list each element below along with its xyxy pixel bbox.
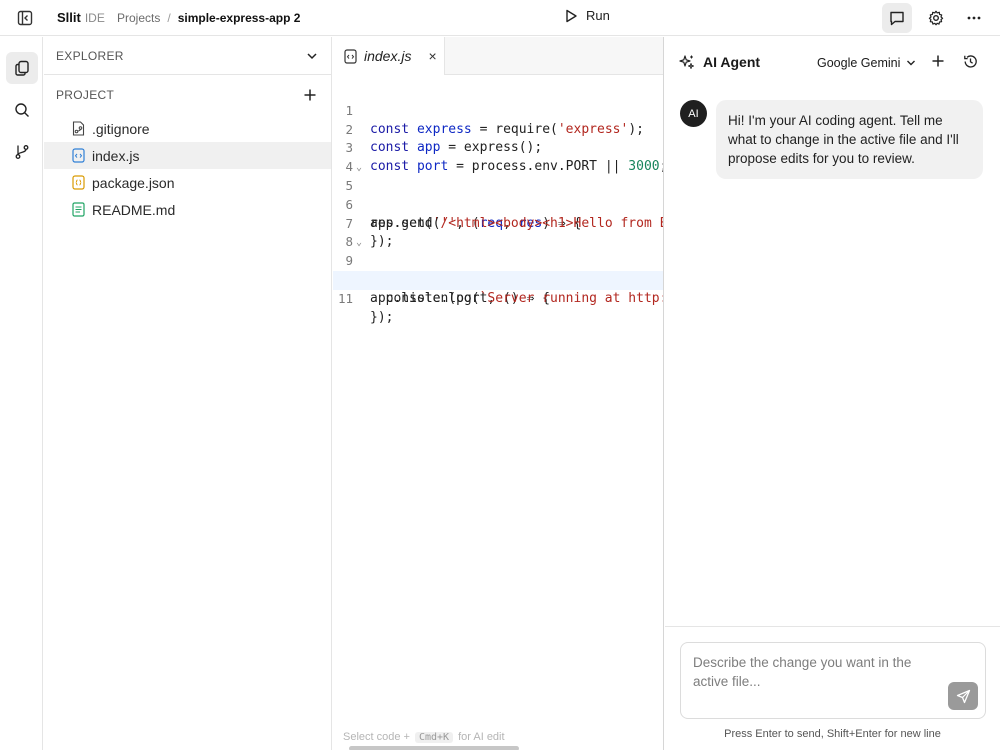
- code-editor: index.js × 1 const express = require('ex…: [333, 37, 664, 750]
- file-name: .gitignore: [92, 120, 150, 137]
- file-name: package.json: [92, 174, 175, 191]
- project-title: PROJECT: [56, 88, 115, 102]
- code-line: 6 res.send('<html><body><h1>Hello from E…: [333, 177, 663, 231]
- explorer-activity-button[interactable]: [6, 52, 38, 84]
- code-line: 8: [333, 215, 663, 249]
- file-item-readme-md[interactable]: README.md: [44, 196, 331, 223]
- fold-chevron-icon[interactable]: ⌄: [356, 234, 362, 253]
- ellipsis-icon: [967, 16, 981, 20]
- explorer-panel: EXPLORER PROJECT .gitignore index.js pac…: [44, 37, 332, 750]
- model-label: Google Gemini: [817, 56, 901, 70]
- avatar: AI: [680, 100, 707, 127]
- gear-icon: [928, 10, 944, 26]
- search-icon: [15, 103, 29, 117]
- app-name: Sllit: [57, 10, 81, 25]
- code-line: 5 ⌄ app.get('/', (req, res) ⇒ {: [333, 158, 663, 230]
- code-line: 10 console.log(`Server running at http:/…: [333, 252, 663, 306]
- prompt-placeholder: Describe the change you want in the acti…: [693, 655, 912, 689]
- file-name: README.md: [92, 201, 176, 218]
- plus-icon: [932, 55, 944, 67]
- ai-edit-hint: Select code + Cmd+K for AI edit: [343, 731, 505, 743]
- code-line: 4: [333, 139, 663, 174]
- code-line: 7 });: [333, 196, 663, 250]
- file-item-gitignore[interactable]: .gitignore: [44, 115, 331, 142]
- run-button[interactable]: Run: [564, 8, 610, 23]
- app-suffix: IDE: [84, 11, 105, 25]
- ai-agent-panel: AI Agent Google Gemini AI Hi! I'm your A…: [665, 37, 1000, 750]
- hint-shortcut: Cmd+K: [414, 731, 454, 743]
- chevron-down-icon[interactable]: [305, 49, 319, 63]
- code-line-active: 11 });: [333, 270, 663, 325]
- editor-tabs: index.js ×: [333, 37, 663, 75]
- sparkles-icon: [679, 55, 694, 69]
- prompt-input[interactable]: Describe the change you want in the acti…: [680, 642, 986, 719]
- git-file-icon: [72, 121, 85, 136]
- project-header: PROJECT: [44, 75, 331, 115]
- files-icon: [15, 60, 29, 76]
- agent-header: AI Agent Google Gemini: [665, 37, 1000, 91]
- breadcrumb-current-project: simple-express-app 2: [177, 11, 301, 25]
- run-label: Run: [586, 8, 610, 23]
- file-name: index.js: [92, 147, 140, 164]
- tab-close-icon[interactable]: ×: [428, 48, 436, 64]
- source-control-activity-button[interactable]: [6, 136, 38, 168]
- chat-icon: [890, 11, 904, 26]
- markdown-file-icon: [72, 202, 85, 217]
- fold-chevron-icon[interactable]: ⌄: [356, 159, 362, 178]
- search-activity-button[interactable]: [6, 94, 38, 126]
- sidebar-toggle-icon[interactable]: [16, 9, 34, 27]
- chevron-down-icon: [907, 60, 916, 66]
- message-bubble: Hi! I'm your AI coding agent. Tell me wh…: [716, 100, 983, 179]
- js-file-icon: [344, 48, 357, 64]
- agent-title: AI Agent: [679, 54, 760, 70]
- code-line: 1 const express = require('express');: [333, 83, 663, 137]
- tab-index-js[interactable]: index.js ×: [333, 37, 445, 75]
- hint-prefix: Select code +: [343, 731, 410, 743]
- agent-title-label: AI Agent: [703, 54, 761, 70]
- hint-suffix: for AI edit: [458, 731, 505, 743]
- app-brand: Sllit IDE: [57, 10, 105, 25]
- model-selector[interactable]: Google Gemini: [817, 56, 917, 70]
- settings-button[interactable]: [921, 3, 951, 33]
- composer-hint: Press Enter to send, Shift+Enter for new…: [724, 728, 941, 740]
- send-icon: [956, 689, 970, 703]
- composer-area: Describe the change you want in the acti…: [665, 626, 1000, 750]
- js-file-icon: [72, 148, 85, 163]
- tab-label: index.js: [364, 48, 412, 64]
- code-line: 9 ⌄ app.listen(port, () ⇒ {: [333, 233, 663, 305]
- line-number: 11: [337, 290, 353, 306]
- new-file-plus-icon[interactable]: [303, 88, 317, 102]
- breadcrumb-projects-link[interactable]: Projects: [117, 11, 160, 25]
- breadcrumb: Projects / simple-express-app 2: [117, 11, 300, 25]
- activity-bar: [0, 37, 43, 750]
- chat-toggle-button[interactable]: [882, 3, 912, 33]
- history-icon: [964, 55, 977, 68]
- play-icon: [566, 9, 577, 22]
- top-bar: Sllit IDE Projects / simple-express-app …: [0, 0, 1000, 36]
- code-area[interactable]: 1 const express = require('express'); 2 …: [333, 83, 663, 325]
- breadcrumb-separator: /: [167, 11, 171, 25]
- file-item-package-json[interactable]: package.json: [44, 169, 331, 196]
- explorer-title: EXPLORER: [56, 48, 124, 63]
- json-file-icon: [72, 175, 85, 190]
- code-line: 3 const port = process.env.PORT || 3000;: [333, 121, 663, 174]
- send-button[interactable]: [948, 682, 978, 710]
- git-branch-icon: [15, 145, 29, 159]
- file-item-index-js[interactable]: index.js: [44, 142, 331, 169]
- horizontal-scrollbar[interactable]: [349, 746, 519, 750]
- new-chat-button[interactable]: [931, 54, 945, 73]
- more-options-button[interactable]: [959, 3, 989, 33]
- code-line: 2 const app = express();: [333, 102, 663, 156]
- history-button[interactable]: [963, 54, 978, 74]
- agent-message: AI Hi! I'm your AI coding agent. Tell me…: [680, 100, 983, 179]
- explorer-header: EXPLORER: [44, 37, 331, 75]
